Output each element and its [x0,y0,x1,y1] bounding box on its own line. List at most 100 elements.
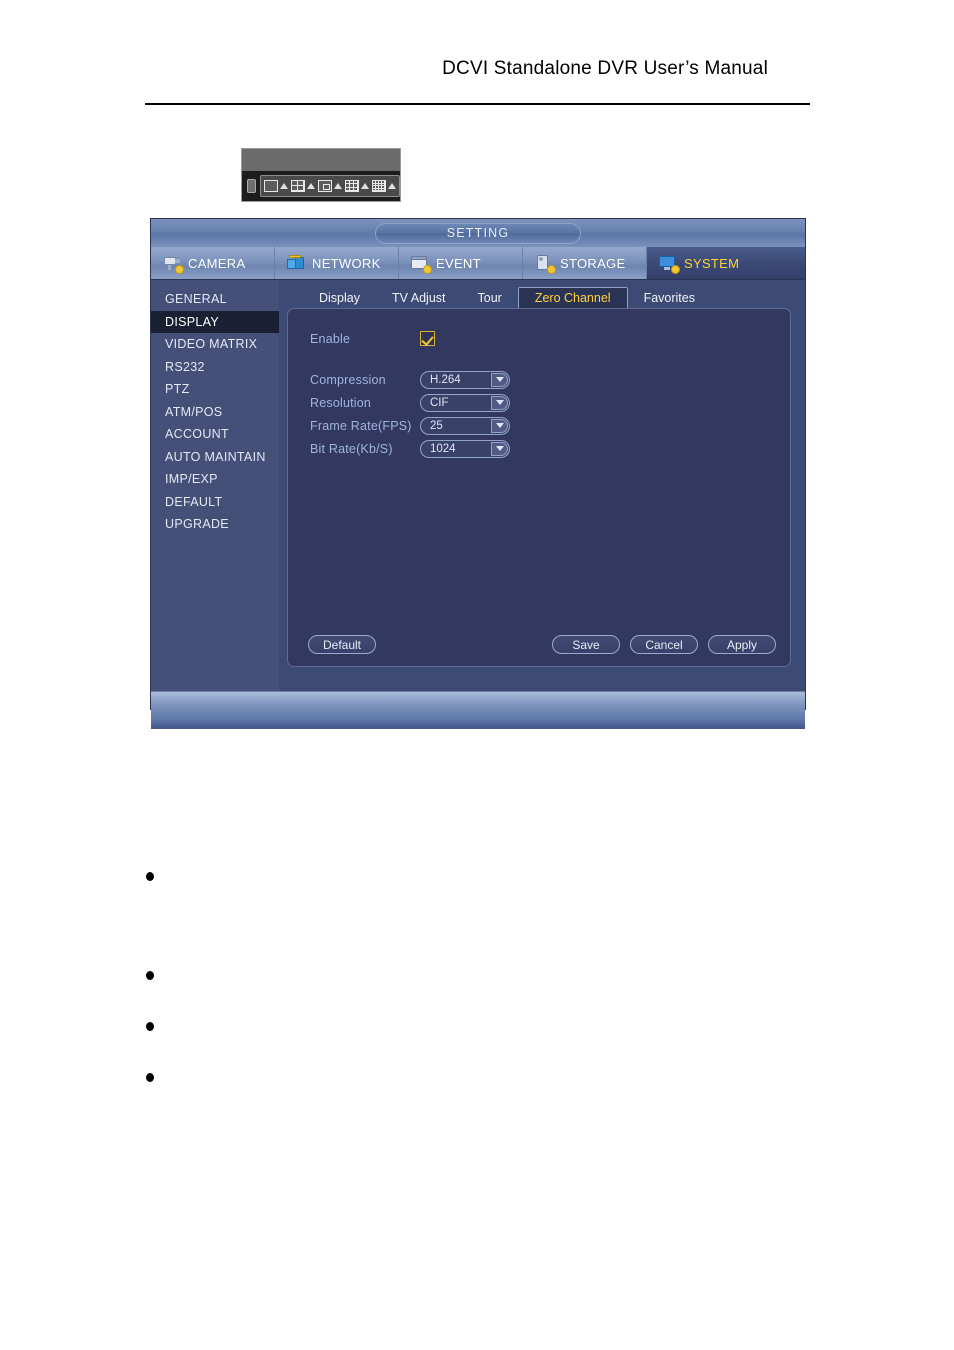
view-1-icon [264,180,278,192]
tab-system[interactable]: SYSTEM [647,247,805,279]
sidebar-item-label: ATM/POS [165,404,223,419]
sidebar-item-label: RS232 [165,359,205,374]
view-16-item[interactable] [372,180,396,192]
sidebar-item-label: GENERAL [165,292,227,307]
system-icon [659,254,680,274]
view-1-caret-icon [280,183,288,189]
subtab-favorites[interactable]: Favorites [628,287,711,308]
header-divider [145,103,810,105]
sidebar-item-label: UPGRADE [165,517,229,532]
list-item [146,872,154,881]
chevron-down-icon[interactable] [491,418,508,433]
view-pip-item[interactable] [318,180,342,192]
toolbar-strip [242,171,400,201]
chevron-down-icon[interactable] [491,372,508,387]
tab-event-label: EVENT [436,255,481,271]
list-item [146,971,154,980]
view-16-icon [372,180,386,192]
tab-storage[interactable]: STORAGE [523,247,647,279]
list-item [146,1073,154,1082]
sidebar-item-label: PTZ [165,382,190,397]
subtab-label: TV Adjust [392,290,446,305]
dialog-top-tabs: CAMERA NETWORK EVENT STORAGE SYSTEM [151,247,805,280]
dialog-title: SETTING [375,222,581,244]
bit-rate-row: Bit Rate(Kb/S) 1024 [288,437,790,460]
view-16-caret-icon [388,183,396,189]
sidebar-item-imp-exp[interactable]: IMP/EXP [151,468,279,491]
sidebar-item-video-matrix[interactable]: VIDEO MATRIX [151,333,279,356]
toolbar-thumbnail-figure [241,148,401,202]
view-layout-group [260,175,400,197]
panel-button-bar: Default Save Cancel Apply [288,635,790,654]
frame-rate-row: Frame Rate(FPS) 25 [288,414,790,437]
subtab-tv-adjust[interactable]: TV Adjust [376,287,462,308]
storage-icon [535,254,556,274]
bit-rate-value: 1024 [430,442,456,455]
default-button[interactable]: Default [308,635,376,654]
sidebar-item-upgrade[interactable]: UPGRADE [151,513,279,536]
camera-icon [163,254,184,274]
sidebar-item-label: VIDEO MATRIX [165,337,258,352]
sidebar-item-label: AUTO MAINTAIN [165,449,266,464]
resolution-label: Resolution [310,395,372,410]
frame-rate-value: 25 [430,419,443,432]
subtab-label: Tour [477,290,502,305]
enable-checkbox[interactable] [420,331,435,346]
sidebar-item-rs232[interactable]: RS232 [151,356,279,379]
view-4-caret-icon [307,183,315,189]
dialog-footer [151,691,805,729]
resolution-row: Resolution CIF [288,391,790,414]
bit-rate-label: Bit Rate(Kb/S) [310,441,393,456]
resolution-select[interactable]: CIF [420,393,510,412]
tab-network[interactable]: NETWORK [275,247,399,279]
setting-dialog: SETTING CAMERA NETWORK EVENT STORAGE SYS… [150,218,806,729]
subtab-label: Zero Channel [534,291,611,305]
compression-value: H.264 [430,373,461,386]
event-icon [411,254,432,274]
subtab-display[interactable]: Display [303,287,376,308]
page-header: DCVI Standalone DVR User’s Manual [145,58,810,80]
sidebar-item-default[interactable]: DEFAULT [151,491,279,514]
compression-label: Compression [310,372,386,387]
sidebar-item-account[interactable]: ACCOUNT [151,423,279,446]
toolbar-handle-icon [247,179,256,193]
sidebar-item-label: DEFAULT [165,494,223,509]
sub-tabs: Display TV Adjust Tour Zero Channel Favo… [287,284,791,308]
chevron-down-icon[interactable] [491,441,508,456]
compression-select[interactable]: H.264 [420,370,510,389]
enable-row: Enable [288,327,790,350]
tab-camera[interactable]: CAMERA [151,247,275,279]
sidebar-item-display[interactable]: DISPLAY [151,310,279,333]
main-content: Display TV Adjust Tour Zero Channel Favo… [279,280,805,691]
sidebar-item-general[interactable]: GENERAL [151,288,279,311]
bit-rate-select[interactable]: 1024 [420,439,510,458]
cancel-button[interactable]: Cancel [630,635,698,654]
view-9-item[interactable] [345,180,369,192]
subtab-tour[interactable]: Tour [462,287,518,308]
save-button[interactable]: Save [552,635,620,654]
sidebar-item-label: DISPLAY [165,314,219,329]
dialog-titlebar: SETTING [151,219,805,247]
sidebar-item-atm-pos[interactable]: ATM/POS [151,401,279,424]
subtab-zero-channel[interactable]: Zero Channel [517,287,628,308]
view-1-item[interactable] [264,180,288,192]
sidebar-item-ptz[interactable]: PTZ [151,378,279,401]
page-title: DCVI Standalone DVR User’s Manual [442,58,768,79]
view-9-caret-icon [361,183,369,189]
frame-rate-select[interactable]: 25 [420,416,510,435]
view-9-icon [345,180,359,192]
apply-button[interactable]: Apply [708,635,776,654]
subtab-label: Favorites [643,290,695,305]
tab-event[interactable]: EVENT [399,247,523,279]
tab-network-label: NETWORK [312,255,381,271]
view-4-item[interactable] [291,180,315,192]
sidebar: GENERAL DISPLAY VIDEO MATRIX RS232 PTZ A… [151,280,279,691]
sidebar-item-auto-maintain[interactable]: AUTO MAINTAIN [151,446,279,469]
frame-rate-label: Frame Rate(FPS) [310,418,412,433]
subtab-label: Display [319,290,360,305]
sidebar-item-label: IMP/EXP [165,472,218,487]
chevron-down-icon[interactable] [491,395,508,410]
tab-storage-label: STORAGE [560,255,626,271]
compression-row: Compression H.264 [288,368,790,391]
list-item [146,1022,154,1031]
